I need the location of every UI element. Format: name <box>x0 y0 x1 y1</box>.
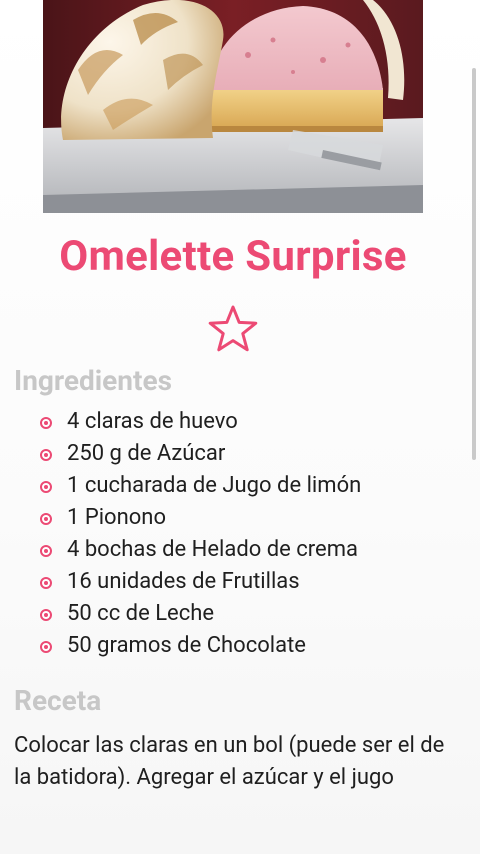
ingredient-label: 50 gramos de Chocolate <box>67 633 306 658</box>
ingredient-label: 16 unidades de Frutillas <box>67 569 300 594</box>
ingredient-label: 4 bochas de Helado de crema <box>67 537 358 562</box>
circle-bullet-icon <box>40 577 52 589</box>
recipe-steps-text: Colocar las claras en un bol (puede ser … <box>14 733 445 790</box>
ingredient-label: 50 cc de Leche <box>67 601 215 626</box>
scrollbar[interactable] <box>472 68 476 460</box>
recipe-steps-heading: Receta <box>14 684 102 717</box>
list-item: 4 bochas de Helado de crema <box>38 534 361 566</box>
ingredient-label: 1 Pionono <box>67 505 166 530</box>
list-item: 16 unidades de Frutillas <box>38 566 361 598</box>
recipe-title: Omelette Surprise <box>59 232 407 281</box>
circle-bullet-icon <box>40 417 52 429</box>
ingredients-heading: Ingredientes <box>14 364 172 397</box>
list-item: 50 cc de Leche <box>38 598 361 630</box>
ingredient-label: 250 g de Azúcar <box>67 441 226 466</box>
recipe-hero-image <box>43 0 423 213</box>
ingredients-list: 4 claras de huevo 250 g de Azúcar 1 cuch… <box>38 406 361 662</box>
list-item: 50 gramos de Chocolate <box>38 630 361 662</box>
list-item: 1 Pionono <box>38 502 361 534</box>
ingredient-label: 1 cucharada de Jugo de limón <box>67 473 362 498</box>
circle-bullet-icon <box>40 449 52 461</box>
list-item: 1 cucharada de Jugo de limón <box>38 470 361 502</box>
list-item: 250 g de Azúcar <box>38 438 361 470</box>
circle-bullet-icon <box>40 513 52 525</box>
star-outline-icon[interactable] <box>207 303 259 355</box>
list-item: 4 claras de huevo <box>38 406 361 438</box>
circle-bullet-icon <box>40 481 52 493</box>
ingredient-label: 4 claras de huevo <box>67 409 238 434</box>
circle-bullet-icon <box>40 545 52 557</box>
circle-bullet-icon <box>40 609 52 621</box>
circle-bullet-icon <box>40 641 52 653</box>
